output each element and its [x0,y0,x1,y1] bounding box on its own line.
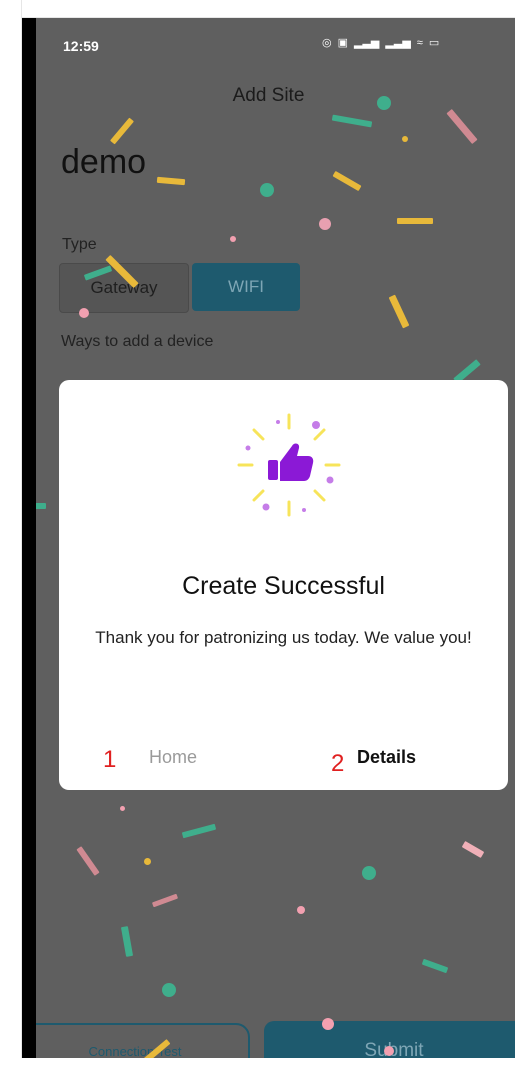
nfc-icon: ◎ [322,37,332,49]
confetti [388,294,410,329]
phone-screen: 12:59 ◎ ▣ ▂▃▅ ▂▃▅ ≈ ▭ Add Site demo Type… [22,18,515,1058]
dialog-title: Create Successful [182,572,385,600]
thumbs-up-icon [237,413,341,517]
signal2-icon: ▂▃▅ [385,37,411,49]
annotation-1: 1 [103,746,117,773]
confetti [79,308,89,318]
confetti [384,1046,394,1056]
page-title: Add Site [232,85,305,106]
frame-left [0,0,22,1074]
details-button[interactable]: Details [357,747,416,768]
annotation-2: 2 [331,750,345,777]
confetti [402,136,408,142]
confetti [461,840,485,859]
confetti [120,926,134,957]
confetti [120,806,125,811]
status-icons: ◎ ▣ ▂▃▅ ▂▃▅ ≈ ▭ [322,36,440,50]
confetti [156,176,186,186]
frame-top [0,0,515,18]
confetti [319,218,331,230]
signal-icon: ▂▃▅ [354,37,380,49]
battery-icon: ▭ [428,37,440,49]
confetti [377,96,391,110]
dialog-message: Thank you for patronizing us today. We v… [95,628,472,647]
success-dialog: Create Successful Thank you for patroniz… [59,380,508,790]
confetti [332,170,362,192]
confetti [446,108,478,145]
confetti [76,846,100,876]
confetti [162,983,176,997]
confetti [297,906,305,914]
frame-bottom [0,1058,515,1074]
confetti [362,866,376,880]
confetti [397,218,433,224]
confetti [260,183,274,197]
hd-icon: ▣ [337,37,349,49]
type-label: Type [62,236,97,253]
confetti [331,114,373,128]
connection-test-button[interactable]: Connection Test [22,1023,250,1058]
site-name[interactable]: demo [61,143,146,182]
home-button[interactable]: Home [149,747,197,768]
wifi-option[interactable]: WIFI [192,263,300,311]
confetti [110,117,134,145]
confetti [230,236,236,242]
confetti [322,1018,334,1030]
screen-edge [22,18,36,1058]
confetti [421,958,449,974]
wifi-icon: ≈ [416,36,423,49]
ways-label: Ways to add a device [61,333,214,350]
status-time: 12:59 [63,38,99,54]
confetti [151,893,179,908]
confetti [144,858,151,865]
confetti [181,823,217,839]
